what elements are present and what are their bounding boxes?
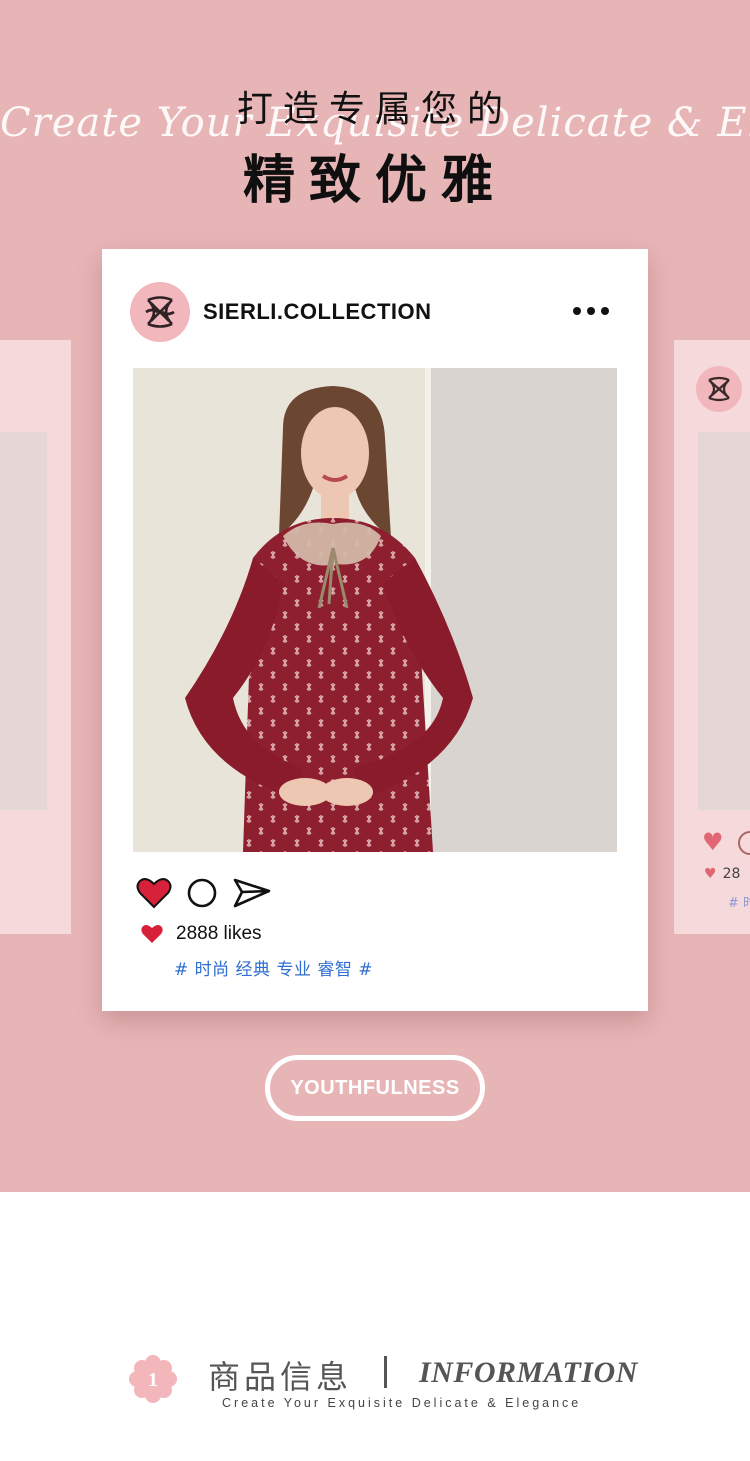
heart-icon: ♥ — [702, 828, 724, 856]
side-card-right-photo — [698, 432, 750, 810]
account-handle[interactable]: SIERLI.COLLECTION — [203, 299, 432, 325]
side-card-avatar — [696, 366, 742, 412]
section-title-en: INFORMATION — [419, 1356, 638, 1389]
title-divider — [384, 1356, 387, 1388]
likes-count: 2888 likes — [176, 923, 262, 944]
like-heart-icon — [141, 924, 163, 944]
section-number: 1 — [148, 1369, 158, 1391]
comment-icon[interactable] — [186, 877, 218, 909]
avatar[interactable] — [130, 282, 190, 342]
more-icon[interactable] — [573, 307, 609, 315]
section-header: 1 商品信息 INFORMATION Create Your Exquisite… — [0, 1350, 750, 1420]
comment-icon — [738, 831, 750, 855]
share-icon[interactable] — [232, 877, 272, 909]
brand-logo-icon — [708, 376, 730, 402]
model-illustration — [133, 368, 617, 852]
hashtags[interactable]: # 时尚 经典 专业 睿智 # — [174, 955, 373, 980]
brand-logo-icon — [145, 296, 175, 328]
post-card: SIERLI.COLLECTION 2888 likes # 时尚 经典 专业 … — [102, 249, 648, 1011]
side-card-right: ♥ ♥ 28 # 时 — [674, 340, 750, 934]
post-actions — [136, 873, 272, 913]
section-subtitle: Create Your Exquisite Delicate & Eleganc… — [222, 1396, 582, 1410]
hero-title-line1: 打造专属您的 — [236, 89, 513, 130]
hero-section: Create Your Exquisite Delicate & Eleganc… — [0, 0, 750, 1192]
side-card-left-photo — [0, 432, 47, 810]
side-card-tags: # 时 — [728, 896, 750, 911]
section-title-cn: 商品信息 — [208, 1358, 353, 1396]
side-card-left — [0, 340, 71, 934]
hero-title-line2: 精致优雅 — [242, 151, 507, 211]
youthfulness-button[interactable]: YOUTHFULNESS — [265, 1055, 485, 1121]
flower-badge-icon: 1 — [129, 1355, 177, 1403]
heart-icon[interactable] — [136, 876, 172, 910]
product-photo — [133, 368, 617, 852]
likes-row: 2888 likes — [140, 919, 262, 949]
side-card-likes: ♥ 28 — [704, 866, 741, 882]
like-heart-icon: ♥ — [704, 866, 717, 882]
